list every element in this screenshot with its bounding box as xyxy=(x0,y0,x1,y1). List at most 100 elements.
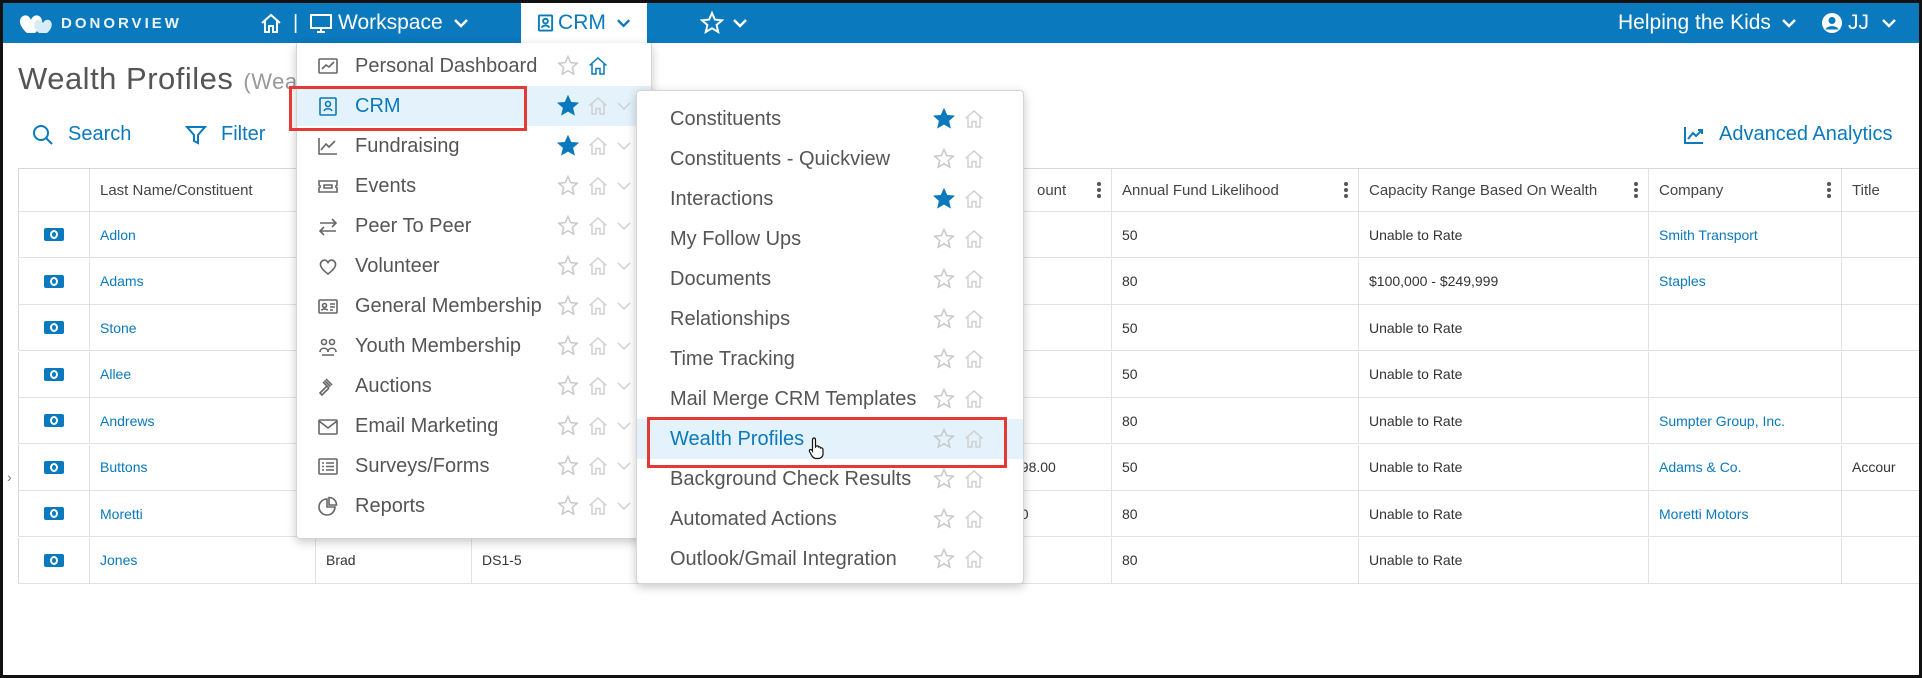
set-home-icon[interactable] xyxy=(963,308,985,330)
menu-item-reports[interactable]: Reports xyxy=(297,486,651,526)
favorite-star-icon[interactable] xyxy=(556,254,580,277)
crm-menu-tab[interactable]: CRM xyxy=(521,3,647,43)
menu-item-email-marketing[interactable]: Email Marketing xyxy=(297,406,651,446)
set-home-icon[interactable] xyxy=(963,228,985,250)
favorite-star-icon[interactable] xyxy=(932,147,956,170)
menu-item-youth-membership[interactable]: Youth Membership xyxy=(297,326,651,366)
column-menu-icon[interactable] xyxy=(1827,182,1831,198)
menu-item-events[interactable]: Events xyxy=(297,166,651,206)
workspace-menu[interactable]: Workspace xyxy=(309,3,469,43)
set-home-icon[interactable] xyxy=(587,295,609,317)
cell-name[interactable]: Moretti xyxy=(89,491,315,536)
filter-button[interactable]: Filter xyxy=(185,123,265,146)
user-menu[interactable]: JJ xyxy=(1821,3,1897,43)
row-icon-cell[interactable] xyxy=(18,537,89,583)
favorite-star-icon[interactable] xyxy=(556,294,580,317)
favorite-star-icon[interactable] xyxy=(932,547,956,570)
favorite-star-icon[interactable] xyxy=(556,94,580,117)
header-company[interactable]: Company xyxy=(1648,169,1841,211)
set-home-icon[interactable] xyxy=(587,215,609,237)
submenu-item-relationships[interactable]: Relationships xyxy=(637,299,1023,339)
set-home-icon[interactable] xyxy=(963,108,985,130)
menu-item-personal-dashboard[interactable]: Personal Dashboard xyxy=(297,46,651,86)
row-icon-cell[interactable] xyxy=(18,398,89,443)
cell-name[interactable]: Allee xyxy=(89,351,315,397)
row-icon-cell[interactable] xyxy=(18,305,89,350)
home-button[interactable] xyxy=(259,3,283,43)
favorite-star-icon[interactable] xyxy=(556,334,580,357)
cell-company-text[interactable]: Sumpter Group, Inc. xyxy=(1659,413,1785,429)
wealth-profile-icon[interactable] xyxy=(44,507,64,520)
header-last-name[interactable]: Last Name/Constituent xyxy=(89,169,315,211)
row-icon-cell[interactable] xyxy=(18,351,89,397)
set-home-icon[interactable] xyxy=(963,548,985,570)
set-home-icon[interactable] xyxy=(587,255,609,277)
set-home-icon[interactable] xyxy=(963,148,985,170)
favorite-star-icon[interactable] xyxy=(932,307,956,330)
set-home-icon[interactable] xyxy=(587,455,609,477)
cell-company-text[interactable]: Moretti Motors xyxy=(1659,506,1748,522)
cell-name-text[interactable]: Adlon xyxy=(100,227,136,243)
cell-name-text[interactable]: Buttons xyxy=(100,459,147,475)
chevron-down-icon[interactable] xyxy=(615,497,633,515)
set-home-icon[interactable] xyxy=(963,428,985,450)
cell-company[interactable]: Staples xyxy=(1648,258,1841,304)
favorite-star-icon[interactable] xyxy=(932,347,956,370)
row-icon-cell[interactable] xyxy=(18,444,89,490)
set-home-icon[interactable] xyxy=(963,188,985,210)
organization-menu[interactable]: Helping the Kids xyxy=(1618,3,1797,43)
menu-item-peer-to-peer[interactable]: Peer To Peer xyxy=(297,206,651,246)
favorite-star-icon[interactable] xyxy=(556,214,580,237)
row-icon-cell[interactable] xyxy=(18,258,89,304)
menu-item-surveys-forms[interactable]: Surveys/Forms xyxy=(297,446,651,486)
favorite-star-icon[interactable] xyxy=(556,494,580,517)
chevron-down-icon[interactable] xyxy=(615,97,633,115)
cell-name[interactable]: Buttons xyxy=(89,444,315,490)
search-button[interactable]: Search xyxy=(32,123,131,146)
set-home-icon[interactable] xyxy=(587,415,609,437)
menu-item-fundraising[interactable]: Fundraising xyxy=(297,126,651,166)
cell-name-text[interactable]: Allee xyxy=(100,366,131,382)
set-home-icon[interactable] xyxy=(963,388,985,410)
chevron-down-icon[interactable] xyxy=(615,257,633,275)
chevron-down-icon[interactable] xyxy=(615,297,633,315)
cell-company-text[interactable]: Adams & Co. xyxy=(1659,459,1741,475)
chevron-down-icon[interactable] xyxy=(615,177,633,195)
column-menu-icon[interactable] xyxy=(1344,182,1348,198)
cell-company[interactable]: Sumpter Group, Inc. xyxy=(1648,398,1841,443)
favorites-menu[interactable] xyxy=(700,3,748,43)
favorite-star-icon[interactable] xyxy=(932,227,956,250)
submenu-item-background-check-results[interactable]: Background Check Results xyxy=(637,459,1023,499)
favorite-star-icon[interactable] xyxy=(932,507,956,530)
favorite-star-icon[interactable] xyxy=(556,54,580,77)
submenu-item-constituents-quickview[interactable]: Constituents - Quickview xyxy=(637,139,1023,179)
cell-name-text[interactable]: Stone xyxy=(100,320,137,336)
chevron-down-icon[interactable] xyxy=(615,457,633,475)
row-icon-cell[interactable] xyxy=(18,212,89,257)
column-menu-icon[interactable] xyxy=(1097,182,1101,198)
favorite-star-icon[interactable] xyxy=(556,414,580,437)
cell-company[interactable]: Adams & Co. xyxy=(1648,444,1841,490)
chevron-down-icon[interactable] xyxy=(615,377,633,395)
wealth-profile-icon[interactable] xyxy=(44,460,64,474)
menu-item-general-membership[interactable]: General Membership xyxy=(297,286,651,326)
favorite-star-icon[interactable] xyxy=(932,427,956,450)
wealth-profile-icon[interactable] xyxy=(44,414,64,427)
favorite-star-icon[interactable] xyxy=(932,267,956,290)
submenu-item-my-follow-ups[interactable]: My Follow Ups xyxy=(637,219,1023,259)
cell-company-text[interactable]: Staples xyxy=(1659,273,1706,289)
wealth-profile-icon[interactable] xyxy=(44,553,64,567)
favorite-star-icon[interactable] xyxy=(556,174,580,197)
cell-company[interactable]: Smith Transport xyxy=(1648,212,1841,257)
set-home-icon[interactable] xyxy=(963,468,985,490)
menu-item-auctions[interactable]: Auctions xyxy=(297,366,651,406)
header-annual-fund[interactable]: Annual Fund Likelihood xyxy=(1111,169,1358,211)
set-home-icon[interactable] xyxy=(963,268,985,290)
wealth-profile-icon[interactable] xyxy=(44,274,64,288)
menu-item-volunteer[interactable]: Volunteer xyxy=(297,246,651,286)
submenu-item-constituents[interactable]: Constituents xyxy=(637,99,1023,139)
wealth-profile-icon[interactable] xyxy=(44,228,64,241)
donorview-logo[interactable]: DONORVIEW xyxy=(17,9,182,37)
cell-name[interactable]: Adams xyxy=(89,258,315,304)
set-home-icon[interactable] xyxy=(587,335,609,357)
